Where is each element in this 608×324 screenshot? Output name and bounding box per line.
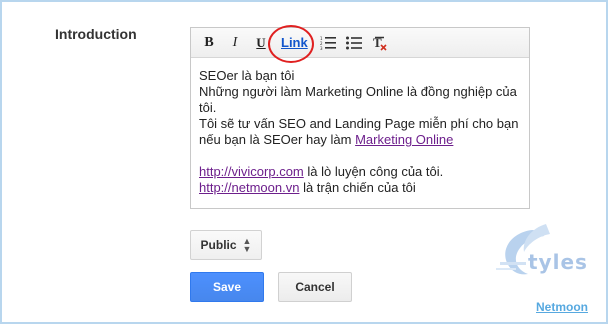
- bold-button[interactable]: B: [197, 32, 221, 54]
- content-line: Những người làm Marketing Online là đồng…: [199, 84, 517, 115]
- content-text: là trận chiến của tôi: [299, 180, 416, 195]
- privacy-value: Public: [200, 238, 237, 252]
- content-line: http://vivicorp.com là lò luyện công của…: [199, 164, 521, 180]
- watermark-netmoon-text: Netmoon: [536, 300, 588, 314]
- save-button[interactable]: Save: [190, 272, 264, 302]
- italic-button[interactable]: I: [223, 32, 247, 54]
- vivicorp-link[interactable]: http://vivicorp.com: [199, 164, 304, 179]
- privacy-select[interactable]: Public ▲ ▼: [190, 230, 262, 260]
- netmoon-link[interactable]: http://netmoon.vn: [199, 180, 299, 195]
- svg-text:3: 3: [320, 46, 323, 50]
- clear-format-icon[interactable]: T: [368, 32, 392, 54]
- content-line: Tôi sẽ tư vấn SEO and Landing Page miễn …: [199, 116, 521, 148]
- editor-toolbar: B I U Link 1 2 3 T: [191, 24, 529, 63]
- updown-arrows-icon: ▲ ▼: [242, 236, 252, 254]
- link-button[interactable]: Link: [268, 24, 314, 63]
- watermark-styles-text: tyles: [528, 250, 588, 274]
- content-text: là lò luyện công của tôi.: [303, 164, 444, 179]
- cancel-button[interactable]: Cancel: [278, 272, 352, 302]
- bulleted-list-icon[interactable]: [342, 32, 366, 54]
- link-button-label: Link: [281, 35, 308, 50]
- section-label: Introduction: [55, 26, 137, 42]
- content-line: http://netmoon.vn là trận chiến của tôi: [199, 180, 521, 196]
- underline-button[interactable]: U: [249, 32, 273, 54]
- content-line: SEOer là bạn tôi: [199, 68, 295, 83]
- marketing-online-link[interactable]: Marketing Online: [355, 132, 453, 147]
- numbered-list-icon[interactable]: 1 2 3: [316, 32, 340, 54]
- rich-text-editor[interactable]: B I U Link 1 2 3 T SEOer là bạn tôi Nhữn…: [190, 24, 530, 209]
- editor-content[interactable]: SEOer là bạn tôi Những người làm Marketi…: [191, 58, 529, 196]
